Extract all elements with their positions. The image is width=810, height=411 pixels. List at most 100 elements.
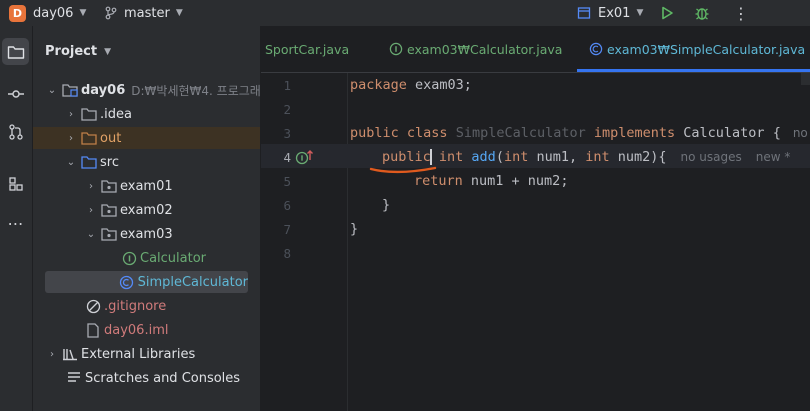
module-folder-icon bbox=[62, 82, 78, 98]
tree-item-src[interactable]: ⌄ src bbox=[65, 151, 119, 173]
author-inlay-hint[interactable]: new * bbox=[756, 150, 791, 164]
implements-method-gutter-button[interactable] bbox=[295, 148, 315, 166]
tree-label: out bbox=[100, 130, 122, 146]
tree-label: day06.iml bbox=[104, 322, 169, 338]
folder-icon bbox=[7, 45, 24, 59]
chevron-down-icon: ⌄ bbox=[86, 228, 96, 240]
tab-simple-calculator[interactable]: exam03₩SimpleCalculator.java bbox=[584, 26, 805, 72]
project-panel-header[interactable]: Project ▼ bbox=[45, 44, 111, 59]
tree-label: exam02 bbox=[120, 202, 173, 218]
run-config-selector[interactable]: Ex01 ▼ bbox=[577, 0, 643, 26]
code-token: { bbox=[764, 125, 781, 141]
structure-tool-button[interactable] bbox=[2, 170, 29, 197]
ignore-file-icon bbox=[85, 298, 101, 314]
editor-scrollbar[interactable] bbox=[801, 73, 810, 85]
code-token: Calculator bbox=[683, 125, 765, 141]
code-line-1[interactable]: package exam03; bbox=[350, 77, 472, 93]
tree-item-out[interactable]: › out bbox=[33, 127, 260, 149]
source-folder-icon bbox=[81, 154, 97, 170]
usages-inlay-hint[interactable]: no usages bbox=[681, 150, 742, 164]
branch-switcher[interactable]: master ▼ bbox=[104, 0, 183, 26]
project-badge: D bbox=[9, 4, 26, 22]
package-icon bbox=[101, 178, 117, 194]
chevron-right-icon: › bbox=[50, 348, 54, 360]
code-line-5[interactable]: return num1 + num2; bbox=[414, 173, 568, 189]
chevron-down-icon: ▼ bbox=[79, 8, 87, 18]
tree-item-scratches[interactable]: Scratches and Consoles bbox=[62, 367, 240, 389]
tree-item-root[interactable]: ⌄ day06 D:₩박세현₩4. 프로그래 bbox=[46, 79, 261, 101]
tree-item-simple-calculator[interactable]: SimpleCalculator bbox=[45, 271, 248, 293]
run-config-icon bbox=[577, 7, 591, 19]
tree-item-iml[interactable]: day06.iml bbox=[81, 319, 168, 341]
more-menu-button[interactable]: ⋮ bbox=[733, 0, 749, 26]
line-number: 5 bbox=[283, 174, 291, 189]
class-icon bbox=[588, 41, 604, 57]
code-token: int bbox=[585, 149, 610, 165]
chevron-down-icon: ▼ bbox=[636, 8, 644, 18]
code-token: num1, bbox=[528, 149, 586, 165]
line-number: 8 bbox=[283, 246, 291, 261]
code-token: public bbox=[350, 125, 399, 141]
chevron-down-icon: ▼ bbox=[104, 46, 111, 57]
tab-label: SportCar.java bbox=[265, 41, 350, 57]
bug-icon bbox=[695, 8, 709, 20]
line-number: 1 bbox=[283, 78, 291, 93]
tree-label: .gitignore bbox=[104, 298, 167, 314]
code-token: num1 + num2; bbox=[462, 173, 569, 189]
root-path: D:₩박세현₩4. 프로그래 bbox=[131, 83, 261, 98]
code-token: num2){ bbox=[609, 149, 667, 165]
commit-icon bbox=[7, 89, 24, 98]
line-number: 7 bbox=[283, 222, 291, 237]
package-icon bbox=[101, 226, 117, 242]
tree-label: src bbox=[100, 154, 119, 170]
tree-item-exam02[interactable]: › exam02 bbox=[85, 199, 173, 221]
tree-item-exam03[interactable]: ⌄ exam03 bbox=[85, 223, 173, 245]
chevron-right-icon: › bbox=[69, 132, 73, 144]
project-tool-button[interactable] bbox=[2, 38, 29, 65]
code-token: class bbox=[398, 125, 456, 141]
pull-requests-tool-button[interactable] bbox=[2, 118, 29, 145]
run-config-name: Ex01 bbox=[598, 5, 631, 21]
excluded-folder-icon bbox=[81, 130, 97, 146]
file-icon bbox=[85, 322, 101, 338]
implements-method-icon bbox=[295, 150, 313, 165]
code-line-4[interactable]: public int add(int num1, int num2){no us… bbox=[382, 149, 790, 165]
line-number: 2 bbox=[283, 102, 291, 117]
more-tools-button[interactable]: ⋯ bbox=[2, 210, 29, 237]
chevron-right-icon: › bbox=[69, 108, 73, 120]
debug-button[interactable] bbox=[694, 0, 710, 26]
code-line-7[interactable]: } bbox=[350, 221, 358, 237]
tree-label: Scratches and Consoles bbox=[85, 370, 241, 386]
code-line-3[interactable]: public class SimpleCalculator implements… bbox=[350, 125, 810, 141]
package-icon bbox=[101, 202, 117, 218]
editor-tabs: SportCar.java exam03₩Calculator.java exa… bbox=[261, 26, 810, 73]
tab-label: exam03₩Calculator.java bbox=[407, 41, 563, 57]
line-number: 6 bbox=[283, 198, 291, 213]
usages-inlay-hint[interactable]: no u bbox=[793, 126, 810, 140]
run-button[interactable] bbox=[660, 0, 674, 26]
project-panel: Project ▼ ⌄ day06 D:₩박세현₩4. 프로그래 › .idea… bbox=[33, 26, 261, 411]
tree-item-exam01[interactable]: › exam01 bbox=[85, 175, 173, 197]
chevron-right-icon: › bbox=[89, 180, 93, 192]
tree-label: exam03 bbox=[120, 226, 173, 242]
tree-item-idea[interactable]: › .idea bbox=[65, 103, 132, 125]
structure-icon bbox=[8, 176, 23, 191]
tab-sportcar[interactable]: SportCar.java bbox=[265, 26, 349, 72]
line-number: 4 bbox=[283, 150, 291, 165]
tree-label: SimpleCalculator bbox=[137, 274, 248, 290]
code-line-6[interactable]: } bbox=[382, 197, 390, 213]
code-token: SimpleCalculator bbox=[455, 125, 586, 141]
tree-item-gitignore[interactable]: .gitignore bbox=[81, 295, 166, 317]
pull-request-icon bbox=[8, 123, 23, 140]
run-icon bbox=[662, 6, 673, 20]
commit-tool-button[interactable] bbox=[2, 80, 29, 107]
code-token: package bbox=[350, 77, 407, 93]
tree-item-external-libraries[interactable]: › External Libraries bbox=[46, 343, 195, 365]
tab-calculator[interactable]: exam03₩Calculator.java bbox=[384, 26, 562, 72]
tree-item-calculator[interactable]: Calculator bbox=[117, 247, 206, 269]
tool-window-bar: ⋯ bbox=[0, 26, 33, 411]
root-name: day06 bbox=[81, 82, 126, 98]
folder-icon bbox=[81, 106, 97, 122]
branch-name: master bbox=[124, 5, 170, 21]
project-switcher[interactable]: D day06 ▼ bbox=[9, 0, 86, 26]
